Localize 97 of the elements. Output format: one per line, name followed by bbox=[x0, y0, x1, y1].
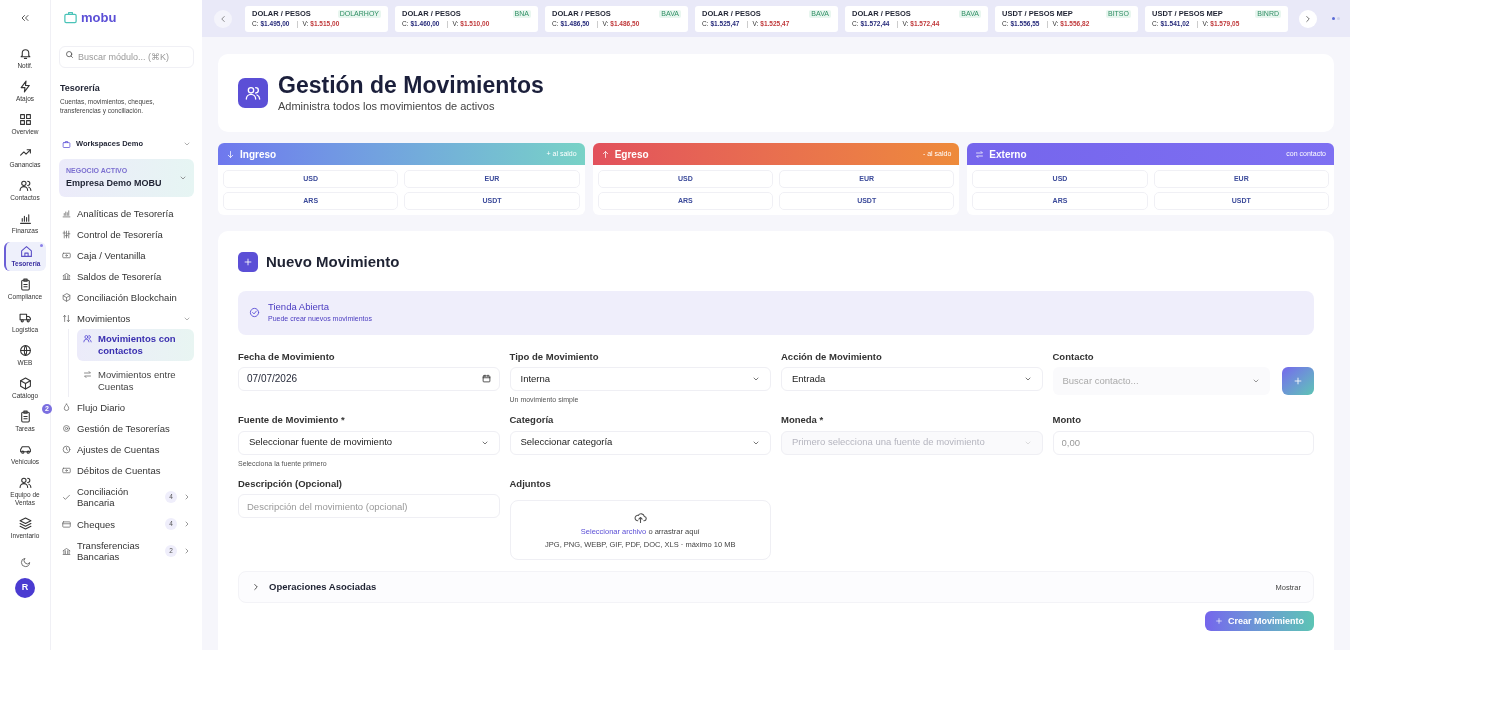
chevron-right-icon[interactable] bbox=[1299, 9, 1317, 28]
logo-icon bbox=[63, 10, 78, 26]
status-title: Tienda Abierta bbox=[268, 300, 330, 315]
card-title: Egreso bbox=[614, 147, 650, 162]
select-field: Primero selecciona una fuente de movimiento bbox=[781, 430, 1043, 455]
panel-title: Operaciones Asociadas bbox=[269, 580, 378, 595]
clipboard-icon bbox=[18, 278, 32, 291]
cube-icon bbox=[62, 293, 71, 302]
drop-icon bbox=[62, 403, 71, 412]
globe-icon bbox=[18, 344, 32, 357]
sidebar-item[interactable]: Caja / Ventanilla bbox=[59, 245, 194, 266]
plus-icon bbox=[1214, 617, 1223, 626]
trend-icon bbox=[18, 146, 32, 159]
bank-icon bbox=[62, 272, 71, 281]
briefcase-icon bbox=[62, 139, 71, 149]
clipboard-icon bbox=[18, 410, 32, 423]
add-contact-button[interactable] bbox=[1282, 366, 1314, 395]
users-icon bbox=[18, 179, 32, 192]
sidebar-item[interactable]: Movimientos bbox=[59, 308, 194, 329]
sidebar-item[interactable]: Analíticas de Tesorería bbox=[59, 203, 194, 224]
users-icon bbox=[83, 334, 92, 343]
bar-chart-icon bbox=[62, 209, 71, 218]
chevron-left-icon[interactable] bbox=[214, 9, 232, 28]
form-title: Nuevo Movimiento bbox=[266, 252, 400, 272]
card-title: Externo bbox=[989, 147, 1028, 162]
sidebar-item[interactable]: Gestión de Tesorerías bbox=[59, 418, 194, 439]
field-label: Tipo de Movimiento bbox=[509, 349, 600, 364]
upload-cloud-icon bbox=[633, 510, 647, 524]
bar-chart-icon bbox=[18, 212, 32, 225]
arrow-down-icon bbox=[226, 149, 235, 159]
banknote-icon bbox=[62, 466, 71, 475]
sidebar-subitem[interactable]: Movimientos entre Cuentas bbox=[77, 365, 194, 397]
sidebar-item[interactable]: Conciliación Blockchain bbox=[59, 287, 194, 308]
card-icon bbox=[62, 519, 71, 529]
swap-arrows-icon bbox=[975, 149, 985, 159]
chevron-right-icon bbox=[183, 520, 191, 528]
field-label: Acción de Movimiento bbox=[781, 349, 883, 364]
chevron-down-icon bbox=[183, 140, 191, 148]
sidebar-item[interactable]: Flujo Diario bbox=[59, 397, 194, 418]
sliders-icon bbox=[62, 230, 71, 239]
box-icon bbox=[18, 377, 32, 390]
bell-icon bbox=[18, 47, 32, 60]
select-field[interactable]: Interna bbox=[509, 366, 771, 391]
field-label: Moneda * bbox=[781, 413, 825, 428]
plus-icon bbox=[1293, 375, 1303, 386]
field-label: Contacto bbox=[1052, 349, 1095, 364]
search-field[interactable]: Buscar módulo... (⌘K) bbox=[59, 45, 194, 68]
field-label: Fuente de Movimiento * bbox=[238, 413, 346, 428]
business-name: Empresa Demo MOBU bbox=[66, 176, 163, 190]
chevron-down-icon bbox=[179, 174, 187, 182]
card-title: Ingreso bbox=[240, 147, 278, 162]
field-label: Categoría bbox=[509, 413, 555, 428]
sidebar-item[interactable]: Ajustes de Cuentas bbox=[59, 439, 194, 460]
clock-icon bbox=[62, 445, 71, 454]
car-icon bbox=[18, 443, 32, 456]
house-icon bbox=[19, 245, 33, 258]
check-circle-icon bbox=[249, 307, 260, 318]
swap-arrows-icon bbox=[83, 370, 92, 379]
users-icon bbox=[18, 476, 32, 489]
banknote-icon bbox=[62, 251, 71, 260]
text-field[interactable]: Descripción del movimiento (opcional) bbox=[238, 494, 500, 519]
arrow-up-icon bbox=[600, 149, 610, 159]
page-subtitle: Administra todos los movimientos de activos bbox=[278, 98, 496, 114]
date-field[interactable]: 07/07/2026 bbox=[238, 366, 500, 391]
lightning-icon bbox=[18, 80, 32, 93]
text-field[interactable]: 0,00 bbox=[1052, 430, 1314, 455]
field-label: Adjuntos bbox=[509, 477, 552, 491]
logo-text: mobu bbox=[81, 9, 117, 27]
section-title: Tesorería bbox=[60, 81, 101, 95]
grid-icon bbox=[18, 113, 32, 126]
sidebar-item[interactable]: Saldos de Tesorería bbox=[59, 266, 194, 287]
contact-search-field[interactable]: Buscar contacto... bbox=[1052, 366, 1270, 395]
page-title: Gestión de Movimientos bbox=[278, 71, 544, 98]
field-label: Fecha de Movimiento bbox=[238, 349, 336, 364]
field-label: Monto bbox=[1052, 413, 1082, 428]
field-label: Descripción (Opcional) bbox=[238, 477, 343, 491]
chevron-right-icon bbox=[183, 547, 191, 555]
sidebar-item[interactable]: Débitos de Cuentas bbox=[59, 460, 194, 481]
select-field[interactable]: Seleccionar fuente de movimiento bbox=[238, 430, 500, 455]
search-icon bbox=[65, 49, 74, 59]
chevron-right-icon bbox=[183, 493, 191, 501]
truck-icon bbox=[18, 311, 32, 324]
gear-icon bbox=[62, 424, 71, 433]
bank-icon bbox=[62, 546, 71, 556]
moon-icon[interactable] bbox=[19, 557, 31, 568]
layers-icon bbox=[18, 517, 32, 530]
check-icon bbox=[62, 492, 71, 502]
users-icon bbox=[245, 85, 261, 101]
collapse-icon[interactable] bbox=[19, 12, 31, 24]
select-field[interactable]: Seleccionar categoría bbox=[509, 430, 771, 455]
swap-arrows-icon bbox=[62, 314, 71, 323]
plus-icon bbox=[243, 257, 253, 268]
calendar-icon bbox=[481, 374, 491, 384]
sidebar-item[interactable]: Control de Tesorería bbox=[59, 224, 194, 245]
select-field[interactable]: Entrada bbox=[781, 366, 1043, 391]
user-avatar[interactable]: R bbox=[15, 578, 35, 598]
sidebar-subitem[interactable]: Movimientos con contactos bbox=[77, 329, 194, 361]
